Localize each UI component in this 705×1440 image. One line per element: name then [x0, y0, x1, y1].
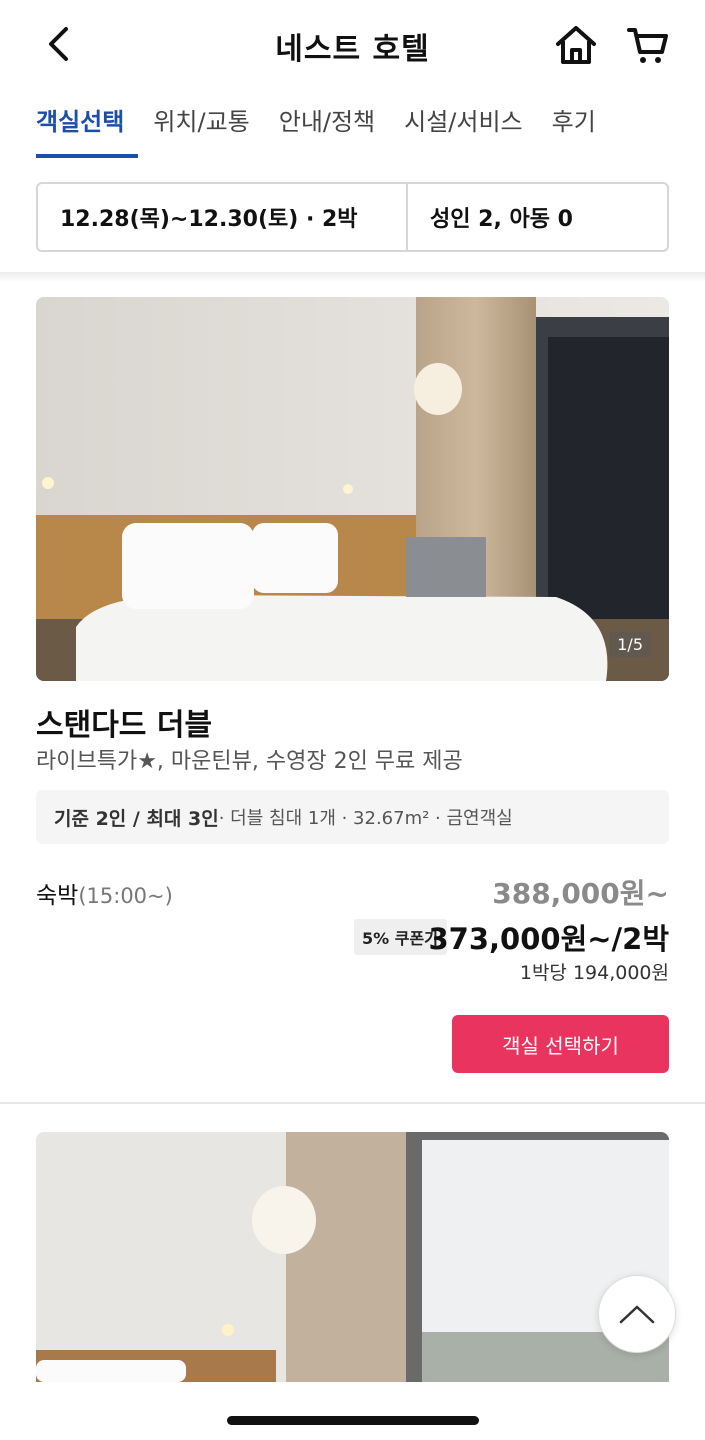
room-name: 스탠다드 더블 [36, 708, 213, 743]
cart-button[interactable] [625, 22, 671, 68]
home-button[interactable] [553, 22, 599, 68]
room-photo-illustration [36, 1132, 669, 1382]
tab-bar: 객실선택 위치/교통 안내/정책 시설/서비스 후기 [36, 96, 625, 158]
final-price: 373,000원~/2박 [428, 922, 669, 956]
room-details: · 더블 침대 1개 · 32.67m² · 금연객실 [218, 808, 513, 829]
header-shadow [0, 272, 705, 282]
search-conditions: 12.28(목)~12.30(토) · 2박 성인 2, 아동 0 [36, 182, 669, 252]
room-photo-illustration [36, 297, 669, 681]
home-icon [556, 26, 596, 64]
original-price: 388,000원~ [492, 877, 669, 910]
room-photo[interactable] [36, 1132, 669, 1382]
check-in-time: (15:00~) [78, 884, 173, 908]
tab-facilities[interactable]: 시설/서비스 [404, 96, 523, 158]
home-indicator[interactable] [227, 1416, 479, 1425]
cart-icon [627, 28, 668, 63]
room-info-box: 기준 2인 / 최대 3인 · 더블 침대 1개 · 32.67m² · 금연객… [36, 790, 669, 844]
section-divider [0, 1102, 705, 1104]
tab-room-select[interactable]: 객실선택 [36, 96, 139, 158]
room-description: 라이브특가★, 마운틴뷰, 수영장 2인 무료 제공 [36, 749, 463, 774]
select-room-button[interactable]: 객실 선택하기 [452, 1015, 669, 1073]
image-counter: 1/5 [609, 632, 651, 657]
tab-reviews[interactable]: 후기 [552, 96, 596, 158]
scroll-to-top-button[interactable] [598, 1275, 676, 1353]
per-night-price: 1박당 194,000원 [519, 962, 669, 984]
tab-policy[interactable]: 안내/정책 [279, 96, 375, 158]
stay-label: 숙박 [36, 883, 79, 909]
date-selector[interactable]: 12.28(목)~12.30(토) · 2박 [38, 184, 408, 250]
chevron-up-icon [619, 1305, 655, 1324]
page-title: 네스트 호텔 [275, 32, 430, 67]
bottom-safe-area [0, 1382, 705, 1440]
guest-selector[interactable]: 성인 2, 아동 0 [408, 184, 667, 250]
stay-type: 숙박(15:00~) [36, 876, 173, 910]
tab-location[interactable]: 위치/교통 [153, 96, 249, 158]
top-bar: 네스트 호텔 [0, 0, 705, 88]
room-photo[interactable]: 1/5 [36, 297, 669, 681]
room-capacity: 기준 2인 / 최대 3인 [54, 807, 219, 830]
